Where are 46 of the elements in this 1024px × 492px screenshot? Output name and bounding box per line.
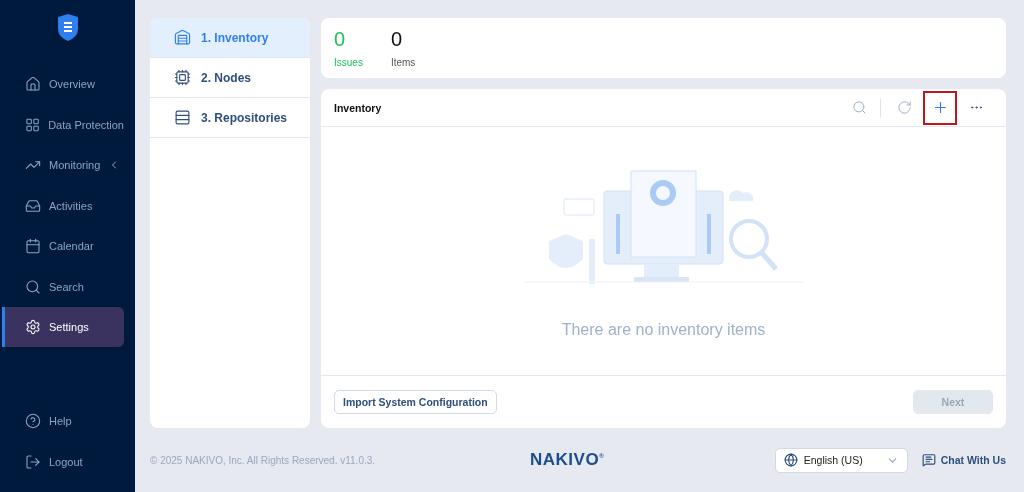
calendar-icon bbox=[25, 238, 41, 254]
language-select[interactable]: English (US) bbox=[774, 447, 908, 473]
stat-value: 0 bbox=[334, 28, 347, 51]
sidebar-label: Overview bbox=[49, 78, 95, 90]
grid-icon bbox=[25, 116, 41, 133]
rows-icon bbox=[174, 109, 191, 126]
copyright-text: © 2025 NAKIVO, Inc. All Rights Reserved. v11.0.3. bbox=[150, 454, 377, 466]
sidebar-label: Calendar bbox=[49, 240, 94, 252]
stat-value: 0 bbox=[390, 28, 404, 51]
globe-icon bbox=[783, 453, 798, 467]
shield-logo-icon bbox=[56, 14, 79, 41]
sidebar-label: Logout bbox=[49, 455, 83, 468]
inbox-icon bbox=[25, 197, 41, 214]
sidebar-item[interactable]: Data Protection bbox=[2, 104, 124, 145]
sidebar-label: Monitoring bbox=[49, 159, 101, 171]
import-button[interactable]: Import System Configuration bbox=[334, 390, 497, 414]
sidebar-item[interactable]: Overview bbox=[2, 64, 124, 104]
chip-icon bbox=[174, 69, 191, 86]
sidebar-label: Help bbox=[49, 415, 72, 427]
chat-icon bbox=[921, 453, 936, 467]
logout-icon bbox=[25, 453, 41, 470]
sidebar-item[interactable]: Search bbox=[2, 266, 124, 307]
sidebar-label: Settings bbox=[49, 321, 89, 333]
brand-logo: NAKIVO$^{®}$ bbox=[530, 450, 606, 470]
sidebar-item[interactable]: Calendar bbox=[2, 226, 124, 266]
sidebar-item[interactable]: Logout bbox=[2, 441, 124, 482]
sidebar-item[interactable]: Settings bbox=[2, 307, 124, 347]
add-button[interactable] bbox=[923, 90, 957, 125]
house-icon bbox=[25, 76, 41, 92]
warehouse-icon bbox=[174, 29, 191, 46]
empty-message: There are no inventory items bbox=[561, 321, 766, 339]
search-icon bbox=[851, 100, 867, 115]
sidebar-label: Data Protection bbox=[48, 118, 124, 131]
settings-icon bbox=[25, 319, 41, 335]
stat-label: Issues bbox=[334, 57, 363, 68]
card-title: Inventory bbox=[334, 101, 383, 114]
sidebar-item[interactable]: Help bbox=[2, 401, 124, 441]
chat-link[interactable]: Chat With Us bbox=[921, 453, 1006, 467]
sidebar-item[interactable]: Monitoring bbox=[2, 145, 124, 185]
stat-label: Items bbox=[390, 57, 416, 68]
help-icon bbox=[25, 413, 41, 429]
search-icon bbox=[25, 278, 41, 295]
sidebar-item[interactable]: Activities bbox=[2, 185, 124, 226]
sidebar-label: Search bbox=[49, 280, 84, 293]
refresh-icon bbox=[896, 100, 912, 115]
sidebar-label: Activities bbox=[49, 199, 93, 212]
